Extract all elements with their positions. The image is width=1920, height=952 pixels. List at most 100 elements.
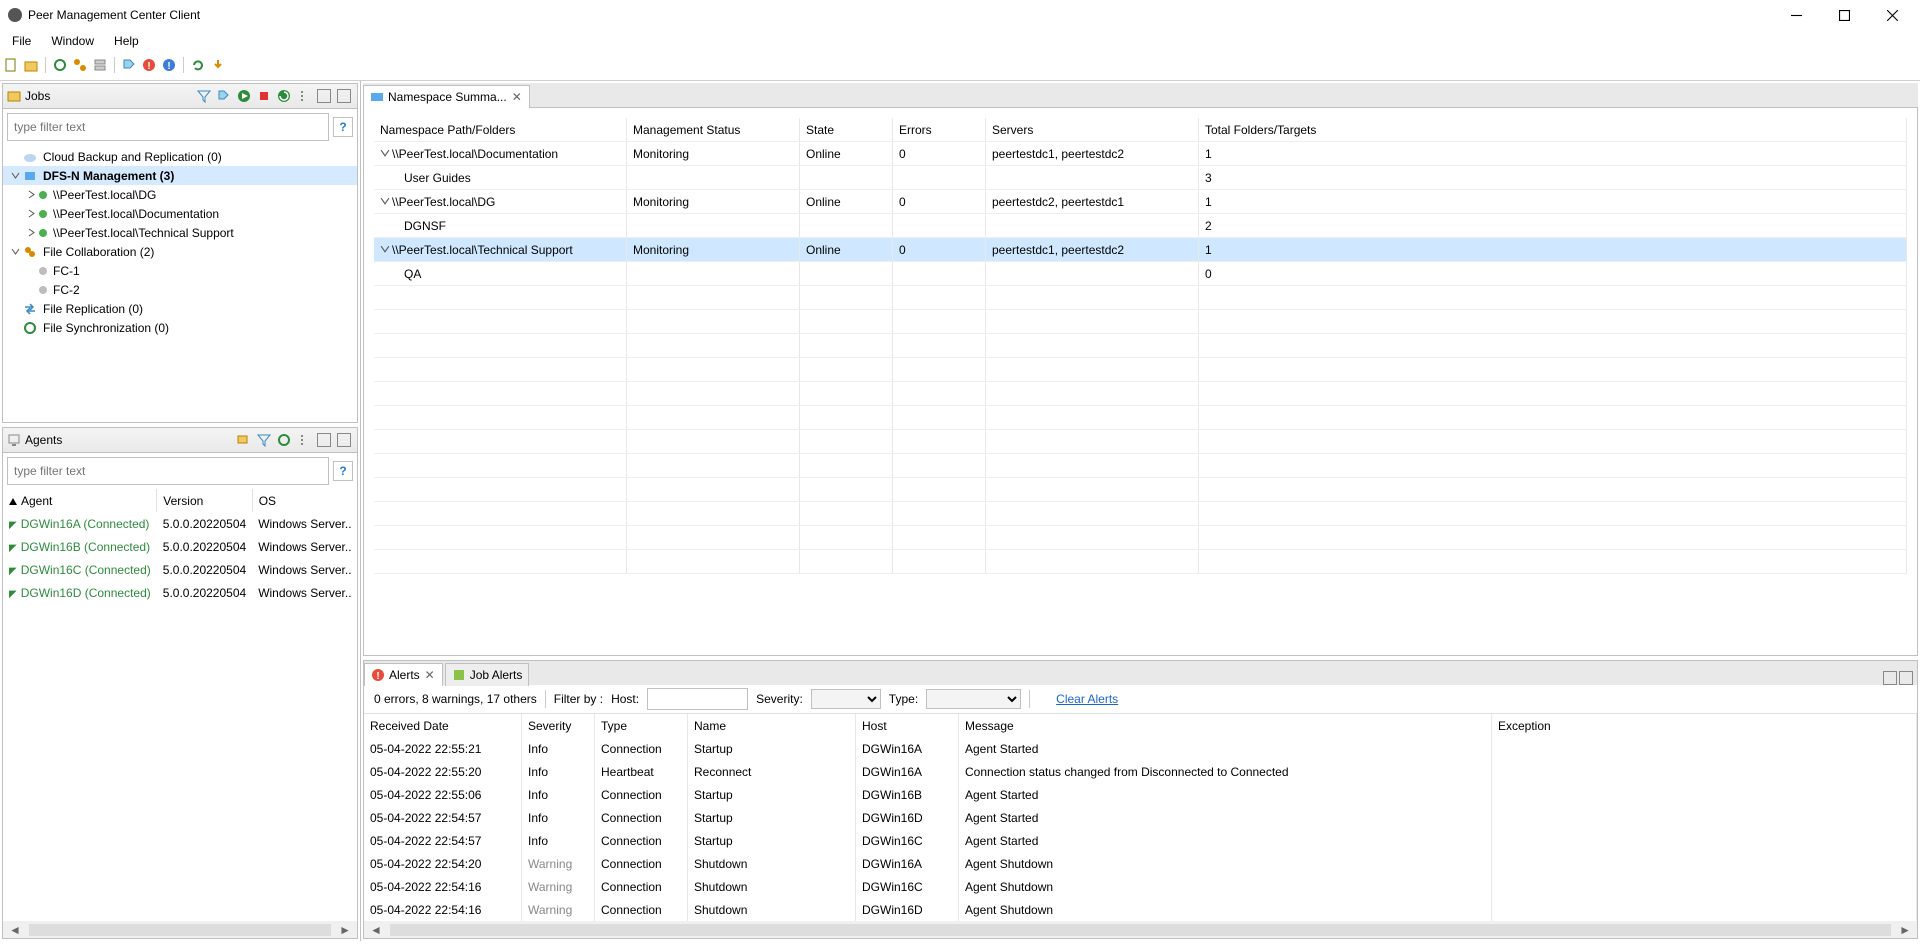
table-row[interactable]: ◤DGWin16C (Connected)5.0.0.20220504Windo… bbox=[3, 558, 357, 581]
alerts-col-type[interactable]: Type bbox=[595, 714, 688, 737]
tree-item[interactable]: \\PeerTest.local\Technical Support bbox=[3, 223, 357, 242]
tree-twisty-icon[interactable] bbox=[25, 189, 37, 201]
alerts-table[interactable]: Received Date Severity Type Name Host Me… bbox=[364, 714, 1917, 921]
type-select[interactable] bbox=[926, 689, 1021, 709]
agents-filter-icon[interactable] bbox=[255, 431, 273, 449]
filter-icon[interactable] bbox=[195, 87, 213, 105]
agents-add-icon[interactable] bbox=[235, 431, 253, 449]
table-row[interactable]: 05-04-2022 22:54:16WarningConnectionShut… bbox=[364, 875, 1917, 898]
new-icon[interactable] bbox=[2, 56, 20, 74]
table-row[interactable]: 05-04-2022 22:54:16WarningConnectionShut… bbox=[364, 898, 1917, 921]
host-filter-input[interactable] bbox=[647, 688, 748, 710]
ns-col-total[interactable]: Total Folders/Targets bbox=[1199, 118, 1907, 142]
download-icon[interactable] bbox=[209, 56, 227, 74]
alerts-minimize-icon[interactable] bbox=[1883, 671, 1897, 685]
table-row[interactable]: 05-04-2022 22:54:20WarningConnectionShut… bbox=[364, 852, 1917, 875]
tree-twisty-icon[interactable] bbox=[9, 246, 21, 258]
view-menu-icon[interactable] bbox=[295, 87, 313, 105]
ns-col-errors[interactable]: Errors bbox=[893, 118, 986, 142]
table-row[interactable]: QA0 bbox=[374, 262, 1907, 286]
tree-twisty-icon[interactable] bbox=[9, 170, 21, 182]
tree-item[interactable]: DFS-N Management (3) bbox=[3, 166, 357, 185]
minimize-button[interactable] bbox=[1776, 0, 1816, 30]
close-button[interactable] bbox=[1872, 0, 1912, 30]
agents-col-os[interactable]: OS bbox=[252, 489, 357, 512]
alert-icon[interactable]: ! bbox=[140, 56, 158, 74]
agents-refresh-icon[interactable] bbox=[275, 431, 293, 449]
table-row[interactable]: \\PeerTest.local\DGMonitoringOnline0peer… bbox=[374, 190, 1907, 214]
agents-scrollbar[interactable]: ◄ ► bbox=[3, 921, 357, 938]
tree-item[interactable]: \\PeerTest.local\DG bbox=[3, 185, 357, 204]
tree-item[interactable]: File Replication (0) bbox=[3, 299, 357, 318]
agents-filter-input[interactable] bbox=[7, 457, 329, 485]
row-twisty-icon[interactable] bbox=[380, 244, 390, 254]
table-row[interactable]: \\PeerTest.local\Technical SupportMonito… bbox=[374, 238, 1907, 262]
table-row[interactable]: 05-04-2022 22:55:20InfoHeartbeatReconnec… bbox=[364, 760, 1917, 783]
tree-item[interactable]: FC-1 bbox=[3, 261, 357, 280]
ns-col-status[interactable]: Management Status bbox=[627, 118, 800, 142]
tree-twisty-icon[interactable] bbox=[25, 227, 37, 239]
help-icon[interactable]: ? bbox=[333, 117, 353, 137]
menu-window[interactable]: Window bbox=[43, 32, 102, 50]
tree-item[interactable]: Cloud Backup and Replication (0) bbox=[3, 147, 357, 166]
namespace-table[interactable]: Namespace Path/Folders Management Status… bbox=[374, 118, 1907, 574]
tree-twisty-icon[interactable] bbox=[9, 303, 21, 315]
stop-icon[interactable] bbox=[255, 87, 273, 105]
tab-job-alerts[interactable]: Job Alerts bbox=[445, 663, 530, 686]
tab-namespace-summary[interactable]: Namespace Summa... ✕ bbox=[363, 85, 530, 108]
peer-icon[interactable] bbox=[71, 56, 89, 74]
tree-twisty-icon[interactable] bbox=[25, 208, 37, 220]
agents-table[interactable]: Agent Version OS ◤DGWin16A (Connected)5.… bbox=[3, 489, 357, 604]
jobs-filter-input[interactable] bbox=[7, 113, 329, 141]
tree-item[interactable]: File Collaboration (2) bbox=[3, 242, 357, 261]
ns-col-servers[interactable]: Servers bbox=[986, 118, 1199, 142]
table-row[interactable]: ◤DGWin16D (Connected)5.0.0.20220504Windo… bbox=[3, 581, 357, 604]
row-twisty-icon[interactable] bbox=[380, 196, 390, 206]
agents-maximize-view-icon[interactable] bbox=[335, 431, 353, 449]
table-row[interactable]: 05-04-2022 22:54:57InfoConnectionStartup… bbox=[364, 806, 1917, 829]
table-row[interactable]: 05-04-2022 22:54:57InfoConnectionStartup… bbox=[364, 829, 1917, 852]
row-twisty-icon[interactable] bbox=[380, 148, 390, 158]
tree-item[interactable]: FC-2 bbox=[3, 280, 357, 299]
table-row[interactable]: ◤DGWin16B (Connected)5.0.0.20220504Windo… bbox=[3, 535, 357, 558]
open-icon[interactable] bbox=[22, 56, 40, 74]
alerts-maximize-icon[interactable] bbox=[1899, 671, 1913, 685]
tab-alerts[interactable]: ! Alerts ✕ bbox=[364, 663, 443, 686]
tree-twisty-icon[interactable] bbox=[9, 151, 21, 163]
maximize-button[interactable] bbox=[1824, 0, 1864, 30]
alerts-scrollbar[interactable]: ◄ ► bbox=[364, 921, 1917, 938]
restart-icon[interactable] bbox=[275, 87, 293, 105]
alerts-col-host[interactable]: Host bbox=[856, 714, 959, 737]
ns-col-state[interactable]: State bbox=[800, 118, 893, 142]
table-row[interactable]: 05-04-2022 22:55:21InfoConnectionStartup… bbox=[364, 737, 1917, 760]
tree-twisty-icon[interactable] bbox=[25, 265, 37, 277]
alerts-col-msg[interactable]: Message bbox=[959, 714, 1492, 737]
agents-view-menu-icon[interactable] bbox=[295, 431, 313, 449]
agents-minimize-view-icon[interactable] bbox=[315, 431, 333, 449]
severity-select[interactable] bbox=[811, 689, 881, 709]
play-icon[interactable] bbox=[235, 87, 253, 105]
menu-help[interactable]: Help bbox=[106, 32, 147, 50]
tab-close-icon[interactable]: ✕ bbox=[424, 669, 436, 681]
table-row[interactable]: User Guides3 bbox=[374, 166, 1907, 190]
table-row[interactable]: \\PeerTest.local\DocumentationMonitoring… bbox=[374, 142, 1907, 166]
table-row[interactable]: 05-04-2022 22:55:06InfoConnectionStartup… bbox=[364, 783, 1917, 806]
alerts-col-date[interactable]: Received Date bbox=[364, 714, 522, 737]
maximize-view-icon[interactable] bbox=[335, 87, 353, 105]
clear-alerts-link[interactable]: Clear Alerts bbox=[1056, 692, 1118, 706]
jobs-tree[interactable]: Cloud Backup and Replication (0)DFS-N Ma… bbox=[3, 145, 357, 422]
tag-small-icon[interactable] bbox=[215, 87, 233, 105]
tree-item[interactable]: \\PeerTest.local\Documentation bbox=[3, 204, 357, 223]
tree-item[interactable]: File Synchronization (0) bbox=[3, 318, 357, 337]
menu-file[interactable]: File bbox=[4, 32, 39, 50]
tag-icon[interactable] bbox=[120, 56, 138, 74]
agents-col-agent[interactable]: Agent bbox=[21, 494, 52, 508]
refresh-icon[interactable] bbox=[51, 56, 69, 74]
tree-twisty-icon[interactable] bbox=[25, 284, 37, 296]
sync-icon[interactable] bbox=[189, 56, 207, 74]
job-alert-icon[interactable]: ! bbox=[160, 56, 178, 74]
alerts-col-name[interactable]: Name bbox=[688, 714, 856, 737]
ns-col-path[interactable]: Namespace Path/Folders bbox=[374, 118, 627, 142]
table-row[interactable]: DGNSF2 bbox=[374, 214, 1907, 238]
tab-close-icon[interactable]: ✕ bbox=[511, 91, 523, 103]
